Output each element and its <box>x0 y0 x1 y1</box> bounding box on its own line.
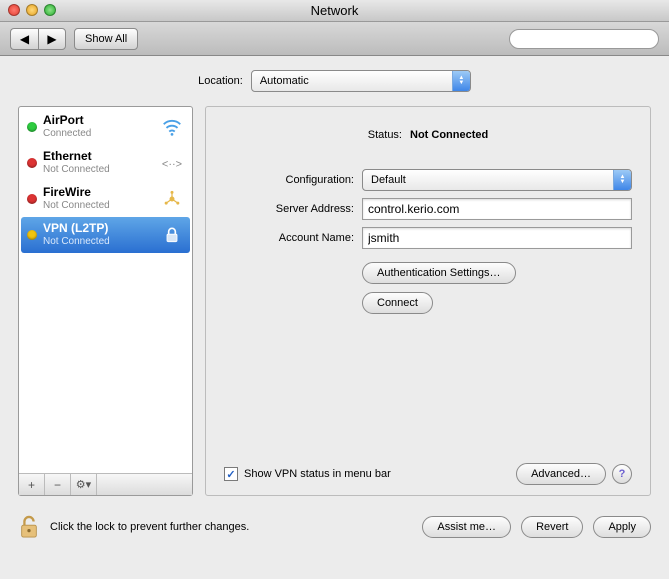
configuration-value: Default <box>371 174 406 186</box>
footer: Click the lock to prevent further change… <box>0 508 669 550</box>
advanced-button[interactable]: Advanced… <box>516 463 606 485</box>
toolbar: ◀ ▶ Show All <box>0 22 669 56</box>
nav-buttons: ◀ ▶ <box>10 28 66 50</box>
content: Location: Automatic AirPort Connected <box>0 56 669 508</box>
account-name-row: Account Name: <box>224 227 632 249</box>
sidebar-item-sub: Not Connected <box>43 235 154 248</box>
services-sidebar: AirPort Connected Ethernet Not Connected… <box>18 106 193 496</box>
back-button[interactable]: ◀ <box>10 28 38 50</box>
sidebar-item-label: VPN (L2TP) <box>43 222 154 235</box>
sidebar-item-airport[interactable]: AirPort Connected <box>21 109 190 145</box>
show-vpn-status-label: Show VPN status in menu bar <box>244 468 391 480</box>
panes: AirPort Connected Ethernet Not Connected… <box>18 106 651 496</box>
connect-button-row: Connect <box>362 292 632 314</box>
remove-service-button[interactable]: − <box>45 474 71 495</box>
search-wrap <box>509 29 659 49</box>
location-row: Location: Automatic <box>18 70 651 92</box>
configuration-row: Configuration: Default <box>224 169 632 191</box>
authentication-settings-button[interactable]: Authentication Settings… <box>362 262 516 284</box>
forward-button[interactable]: ▶ <box>38 28 66 50</box>
popup-arrows-icon <box>613 170 631 190</box>
revert-button[interactable]: Revert <box>521 516 583 538</box>
status-dot <box>27 194 37 204</box>
configuration-popup[interactable]: Default <box>362 169 632 191</box>
server-address-label: Server Address: <box>224 203 354 215</box>
service-actions-button[interactable]: ⚙︎▾ <box>71 474 97 495</box>
status-dot <box>27 158 37 168</box>
sidebar-item-sub: Not Connected <box>43 163 154 176</box>
assist-me-button[interactable]: Assist me… <box>422 516 511 538</box>
apply-button[interactable]: Apply <box>593 516 651 538</box>
sidebar-item-sub: Not Connected <box>43 199 154 212</box>
location-label: Location: <box>198 75 243 87</box>
search-input[interactable] <box>509 29 659 49</box>
status-dot <box>27 122 37 132</box>
window-title: Network <box>311 3 359 18</box>
sidebar-item-ethernet[interactable]: Ethernet Not Connected <··> <box>21 145 190 181</box>
show-all-button[interactable]: Show All <box>74 28 138 50</box>
account-name-input[interactable] <box>362 227 632 249</box>
firewire-icon <box>160 187 184 211</box>
lock-text: Click the lock to prevent further change… <box>50 521 249 533</box>
status-value: Not Connected <box>410 129 488 141</box>
connect-button[interactable]: Connect <box>362 292 433 314</box>
sidebar-item-label: FireWire <box>43 186 154 199</box>
location-popup[interactable]: Automatic <box>251 70 471 92</box>
detail-pane: Status: Not Connected Configuration: Def… <box>205 106 651 496</box>
sidebar-item-label: AirPort <box>43 114 154 127</box>
popup-arrows-icon <box>452 71 470 91</box>
sidebar-item-vpn[interactable]: VPN (L2TP) Not Connected <box>21 217 190 253</box>
status-label: Status: <box>368 129 402 141</box>
ethernet-icon: <··> <box>160 151 184 175</box>
server-address-input[interactable] <box>362 198 632 220</box>
auth-button-row: Authentication Settings… <box>362 262 632 284</box>
add-service-button[interactable]: + <box>19 474 45 495</box>
svg-text:<··>: <··> <box>162 159 182 171</box>
server-address-row: Server Address: <box>224 198 632 220</box>
configuration-label: Configuration: <box>224 174 354 186</box>
window-controls <box>8 4 56 16</box>
wifi-icon <box>160 115 184 139</box>
minimize-window-button[interactable] <box>26 4 38 16</box>
close-window-button[interactable] <box>8 4 20 16</box>
location-value: Automatic <box>260 75 309 87</box>
services-list: AirPort Connected Ethernet Not Connected… <box>19 107 192 473</box>
vpn-lock-icon <box>160 223 184 247</box>
account-name-label: Account Name: <box>224 232 354 244</box>
help-button[interactable]: ? <box>612 464 632 484</box>
show-vpn-status-checkbox[interactable]: ✓ <box>224 467 238 481</box>
lock-icon[interactable] <box>18 514 40 540</box>
status-dot <box>27 230 37 240</box>
sidebar-item-label: Ethernet <box>43 150 154 163</box>
sidebar-item-sub: Connected <box>43 127 154 140</box>
gear-icon: ⚙︎▾ <box>76 478 91 491</box>
sidebar-toolbar: + − ⚙︎▾ <box>19 473 192 495</box>
zoom-window-button[interactable] <box>44 4 56 16</box>
titlebar: Network <box>0 0 669 22</box>
detail-bottom: ✓ Show VPN status in menu bar Advanced… … <box>224 463 632 485</box>
sidebar-item-firewire[interactable]: FireWire Not Connected <box>21 181 190 217</box>
status-row: Status: Not Connected <box>224 129 632 141</box>
